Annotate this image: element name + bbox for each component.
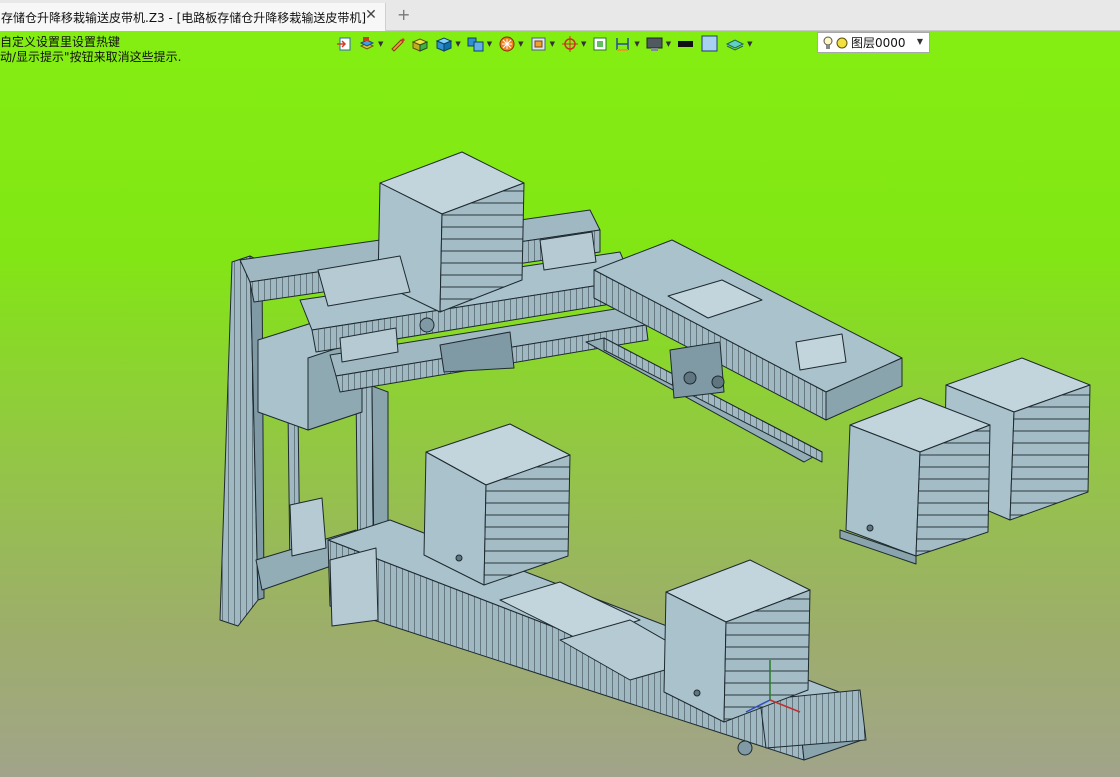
hint-line-1: 自定义设置里设置热键: [0, 35, 121, 49]
zoom-fit-button[interactable]: [592, 34, 608, 54]
sketch-button[interactable]: [389, 34, 406, 54]
tab-close-icon[interactable]: ✕: [365, 8, 377, 22]
pivot-button[interactable]: ▼: [561, 34, 586, 54]
box-yellow-icon: [412, 38, 429, 52]
zoom-fit-icon: [593, 37, 607, 51]
lightbulb-icon: [823, 36, 833, 49]
hint-line-2: 动/显示提示"按钮来取消这些提示.: [0, 50, 182, 64]
render-mode-button[interactable]: ▼: [498, 34, 524, 54]
dimension-button[interactable]: ▼: [614, 34, 640, 54]
view-orientation-button[interactable]: ▼: [530, 34, 555, 54]
fill-swatch-icon: [701, 35, 718, 52]
layers-stack-icon: [359, 37, 375, 50]
assembly-button[interactable]: ▼: [467, 34, 492, 54]
storage-box-lower-right: [663, 559, 811, 723]
display-button[interactable]: ▼: [646, 34, 671, 54]
layers-button[interactable]: ▼: [358, 34, 383, 54]
render-mode-icon: [499, 36, 515, 52]
sheet-icon: [726, 39, 745, 51]
pivot-icon: [561, 36, 578, 52]
hint-text: 自定义设置里设置热键 动/显示提示"按钮来取消这些提示.: [0, 35, 181, 65]
document-tab-title: 存储仓升降移栽输送皮带机.Z3 - [电路板存储仓升降移栽输送皮带机]: [1, 10, 366, 25]
storage-box-right-front: [839, 397, 991, 565]
view-cube-icon: [531, 37, 546, 51]
3d-viewport[interactable]: 自定义设置里设置热键 动/显示提示"按钮来取消这些提示. ▼ ▼ ▼ ▼ ▼ ▼…: [0, 31, 1120, 777]
layer-select[interactable]: 图层0000 ▼: [817, 32, 930, 53]
fill-color-button[interactable]: [701, 34, 719, 54]
import-button[interactable]: [336, 34, 352, 54]
import-icon: [337, 37, 351, 51]
dimension-icon: [616, 38, 630, 51]
line-color-button[interactable]: [677, 34, 695, 54]
new-tab-icon[interactable]: +: [397, 7, 410, 23]
shape-button[interactable]: ▼: [435, 34, 461, 54]
document-tab[interactable]: 存储仓升降移栽输送皮带机.Z3 - [电路板存储仓升降移栽输送皮带机]: [0, 3, 386, 31]
storage-box-lower-left: [423, 423, 571, 586]
cube-blue-icon: [436, 37, 453, 52]
view-toolbar: ▼ ▼ ▼ ▼ ▼ ▼ ▼ ▼ ▼: [336, 33, 759, 55]
cube-multi-icon: [467, 37, 484, 52]
chevron-down-icon[interactable]: ▼: [917, 37, 923, 46]
pen-icon: [391, 38, 406, 52]
left-vertical-column: [219, 255, 265, 627]
sheet-button[interactable]: ▼: [725, 34, 753, 54]
solid-button[interactable]: [411, 34, 429, 54]
display-icon: [646, 37, 663, 51]
cad-model[interactable]: [0, 31, 1120, 777]
color-swatch-icon: [678, 41, 694, 47]
layer-select-value: 图层0000: [851, 36, 906, 50]
layer-color-dot: [836, 37, 848, 48]
tab-strip: 存储仓升降移栽输送皮带机.Z3 - [电路板存储仓升降移栽输送皮带机] ✕ +: [0, 0, 1120, 31]
